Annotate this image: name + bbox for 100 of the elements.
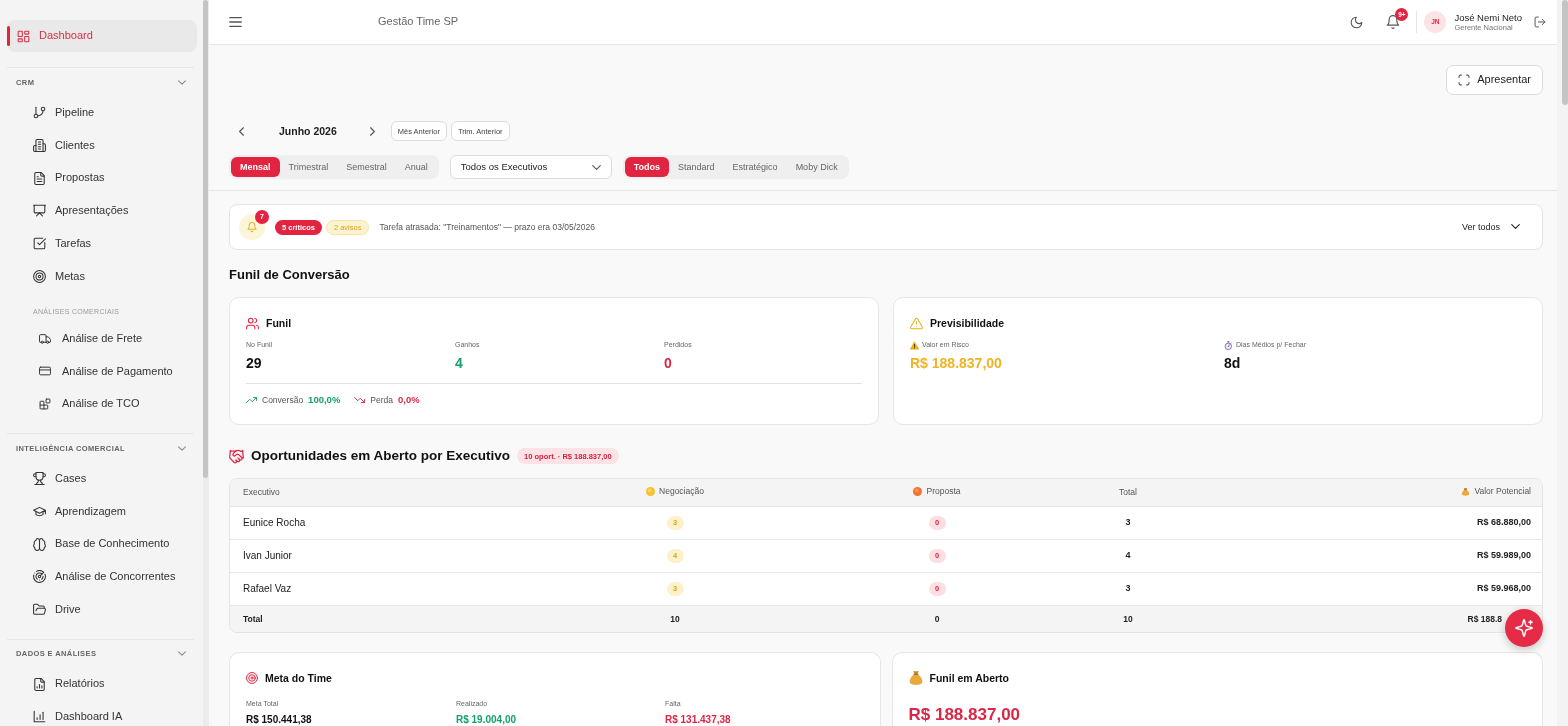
sidebar-item[interactable]: Tarefas (7, 235, 194, 252)
period-tab[interactable]: Trimestral (279, 157, 338, 177)
brain-icon (33, 537, 46, 551)
table-cell: R$ 59.989,00 (1476, 550, 1531, 561)
card-title: Previsibilidade (930, 316, 1005, 330)
user-name: José Nemi Neto (1454, 11, 1522, 23)
sidebar-item[interactable]: Pipeline (7, 104, 194, 121)
sidebar-item[interactable]: Drive (7, 601, 194, 618)
table-cell: 10 (1123, 613, 1133, 624)
folder-icon (33, 603, 46, 616)
card-title: Funil em Aberto (929, 671, 1010, 685)
logout-icon[interactable] (1534, 16, 1546, 28)
card-title: Meta do Time (265, 671, 332, 685)
sidebar-item[interactable]: Dashboard (7, 20, 197, 52)
trending-up-icon (246, 397, 257, 403)
sidebar-item[interactable]: Base de Conhecimento (7, 536, 194, 552)
warning-icon (910, 316, 923, 330)
sparkles-icon (1515, 619, 1533, 637)
sidebar-item[interactable]: Metas (7, 268, 194, 285)
blocks-icon (39, 398, 51, 410)
section-title: Oportunidades em Aberto por Executivo (251, 447, 511, 465)
table-cell: Rafael Vaz (243, 582, 292, 594)
page-title: Gestão Time SP (378, 15, 459, 29)
handshake-icon (229, 448, 244, 464)
sidebar-item[interactable]: Análise de TCO (7, 396, 194, 412)
card-title: Funil (266, 316, 292, 330)
period-label: Junho 2026 (279, 124, 337, 138)
sidebar-item[interactable]: Análise de Concorrentes (7, 568, 194, 585)
chevron-down-icon[interactable] (178, 445, 186, 451)
table-cell: R$ 59.968,00 (1476, 583, 1531, 594)
sidebar-item[interactable]: Aprendizagem (7, 503, 194, 520)
rate-label: Perda (370, 394, 394, 406)
users-icon (246, 316, 259, 330)
table-cell: R$ 68.880,00 (1476, 517, 1531, 528)
chevron-down-icon (591, 164, 601, 170)
stat-value: R$ 188.837,00 (910, 355, 1002, 371)
credit-card-icon (39, 365, 51, 378)
stat-value: R$ 19.004,00 (456, 713, 517, 725)
sidebar-item[interactable]: Relatórios (7, 676, 194, 692)
table-cell: 3 (1125, 583, 1131, 594)
warning-icon (910, 340, 919, 350)
column-header: Executivo (243, 487, 280, 498)
table-cell: Total (243, 613, 263, 624)
report-icon (33, 677, 46, 691)
sidebar-item[interactable]: Propostas (7, 170, 194, 186)
stat-value: 8d (1224, 355, 1241, 371)
chevron-down-icon[interactable] (178, 79, 186, 85)
present-button[interactable]: Apresentar (1446, 65, 1543, 95)
period-tab[interactable]: Semestral (337, 157, 396, 177)
period-tab[interactable]: Anual (395, 157, 437, 177)
truck-icon (39, 332, 51, 345)
bell-icon[interactable] (1386, 15, 1401, 29)
rate-label: Conversão (262, 394, 304, 406)
column-header: Total (1119, 487, 1137, 498)
document-icon (33, 171, 46, 185)
building-icon (33, 138, 46, 152)
trending-down-icon (354, 397, 366, 403)
trophy-icon (33, 472, 46, 485)
period-tab[interactable]: Mensal (231, 157, 280, 177)
segment-tab[interactable]: Standard (669, 157, 724, 177)
table-cell: R$ 188.8 (1467, 613, 1502, 624)
section-title: Funil de Conversão (229, 267, 350, 283)
fullscreen-icon (1458, 74, 1471, 86)
money-bag-icon (1461, 486, 1471, 496)
column-header: Valor Potencial (1474, 486, 1531, 497)
table-cell: 10 (670, 613, 680, 624)
sidebar-item[interactable]: Clientes (7, 137, 194, 154)
segment-tab[interactable]: Todos (624, 157, 670, 177)
stat-value: 29 (246, 355, 262, 371)
sidebar-item[interactable]: Análise de Frete (7, 330, 194, 347)
table-cell: 4 (1125, 550, 1131, 561)
stat-value: 4 (455, 355, 463, 371)
chevron-left-icon[interactable] (239, 126, 244, 136)
chevron-right-icon[interactable] (369, 126, 375, 136)
column-header: Proposta (926, 486, 961, 497)
stat-value: R$ 150.441,38 (246, 713, 312, 725)
stat-value: 0 (664, 355, 672, 371)
target-icon (33, 269, 46, 283)
branch-icon (33, 106, 46, 119)
segment-tab[interactable]: Moby Dick (786, 157, 847, 177)
menu-icon[interactable] (229, 17, 242, 27)
sidebar-item[interactable]: Dashboard IA (7, 708, 194, 725)
chevron-down-icon (1511, 224, 1520, 230)
stat-value: R$ 131.437,38 (665, 713, 731, 725)
grid-icon (17, 29, 30, 43)
chevron-down-icon[interactable] (178, 651, 186, 656)
sidebar-item[interactable]: Análise de Pagamento (7, 363, 194, 380)
money-bag-icon (908, 671, 923, 685)
table-cell: 3 (1125, 517, 1131, 528)
segment-tab[interactable]: Estratégico (723, 157, 787, 177)
alert-message: Tarefa atrasada: "Treinamentos" — prazo era 03/05/2026 (379, 221, 595, 233)
executive-select[interactable]: Todos os Executivos (449, 155, 612, 179)
stopwatch-icon (1224, 340, 1233, 350)
sidebar-item[interactable]: Cases (7, 470, 194, 487)
view-all-button[interactable]: Ver todos (1461, 221, 1520, 233)
scrollbar-thumb[interactable] (1562, 0, 1568, 105)
moon-icon[interactable] (1350, 15, 1364, 29)
bar-chart-icon (33, 710, 46, 724)
scrollbar-thumb[interactable] (203, 0, 208, 478)
sidebar-item[interactable]: Apresentações (7, 202, 194, 219)
